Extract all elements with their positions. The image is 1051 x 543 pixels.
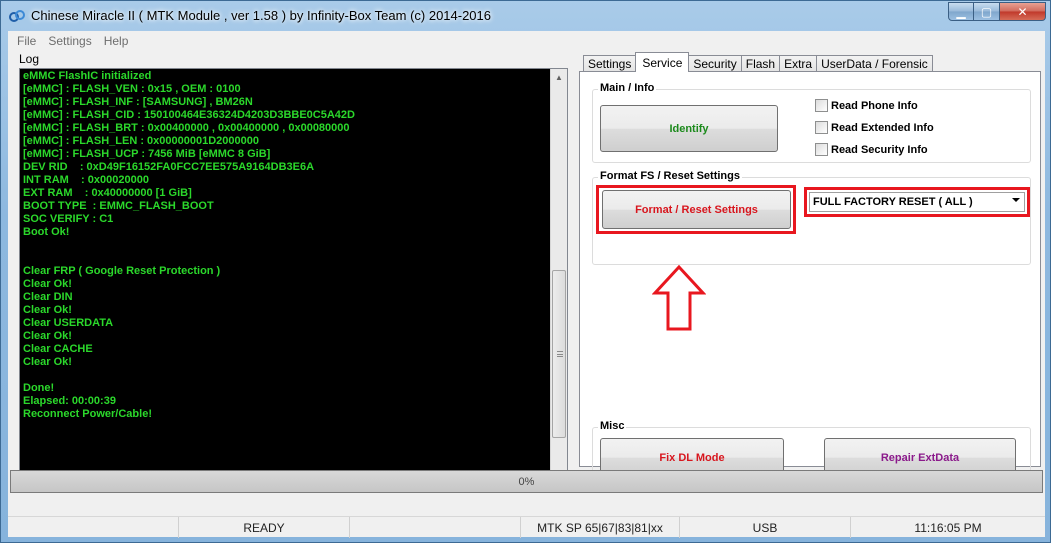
format-reset-label: Format / Reset Settings (635, 203, 758, 216)
format-reset-group: Format FS / Reset Settings Format / Rese… (592, 170, 1031, 265)
log-line: eMMC FlashIC initialized (23, 70, 152, 82)
reset-mode-select[interactable]: FULL FACTORY RESET ( ALL ) (809, 192, 1025, 212)
close-button[interactable]: ✕ (1000, 2, 1046, 21)
log-line: Clear CACHE (23, 343, 93, 355)
menu-bar: File Settings Help (8, 31, 1045, 51)
log-label: Log (19, 52, 40, 66)
log-line: SOC VERIFY : C1 (23, 213, 114, 225)
log-line: [eMMC] : FLASH_UCP : 7456 MiB [eMMC 8 Gi… (23, 148, 271, 160)
title-bar[interactable]: Chinese Miracle II ( MTK Module , ver 1.… (1, 1, 1051, 31)
read-phone-info-label: Read Phone Info (831, 99, 918, 112)
main-info-group: Main / Info Identify Read Phone Info Rea… (592, 82, 1031, 163)
service-panel: Main / Info Identify Read Phone Info Rea… (579, 71, 1041, 486)
tab-strip: Settings Service Security Flash Extra Us… (583, 52, 933, 72)
log-line: Clear Ok! (23, 330, 72, 342)
log-line: [eMMC] : FLASH_LEN : 0x00000001D2000000 (23, 135, 259, 147)
read-security-info-label: Read Security Info (831, 143, 928, 156)
minimize-icon: ▁ (956, 4, 966, 19)
log-line: Boot Ok! (23, 226, 70, 238)
status-bar: READY MTK SP 65|67|83|81|xx USB 11:16:05… (8, 516, 1045, 538)
status-ready: READY (179, 517, 350, 538)
read-extended-info-label: Read Extended Info (831, 121, 934, 134)
log-line: Clear DIN (23, 291, 73, 303)
tab-service[interactable]: Service (635, 52, 690, 72)
format-reset-button[interactable]: Format / Reset Settings (602, 190, 791, 229)
status-connection: USB (680, 517, 851, 538)
log-line: BOOT TYPE : EMMC_FLASH_BOOT (23, 200, 214, 212)
log-line: Reconnect Power/Cable! (23, 408, 152, 420)
close-icon: ✕ (1017, 4, 1028, 19)
log-line: Clear Ok! (23, 304, 72, 316)
menu-settings[interactable]: Settings (42, 34, 97, 48)
checkbox-icon[interactable] (815, 99, 828, 112)
progress-text: 0% (518, 475, 535, 488)
read-phone-info-checkbox[interactable]: Read Phone Info (815, 99, 918, 112)
read-security-info-checkbox[interactable]: Read Security Info (815, 143, 928, 156)
status-cell-empty-2 (350, 517, 521, 538)
reset-mode-value: FULL FACTORY RESET ( ALL ) (813, 196, 973, 208)
status-cell-empty-1 (8, 517, 179, 538)
log-scrollbar[interactable]: ▲ ▼ (550, 69, 567, 489)
tab-security[interactable]: Security (688, 55, 742, 72)
client-area: File Settings Help Log eMMC FlashIC init… (8, 31, 1045, 538)
repair-extdata-label: Repair ExtData (880, 451, 960, 464)
status-platform: MTK SP 65|67|83|81|xx (521, 517, 680, 538)
log-line: Clear FRP ( Google Reset Protection ) (23, 265, 221, 277)
read-extended-info-checkbox[interactable]: Read Extended Info (815, 121, 934, 134)
tab-extra[interactable]: Extra (779, 55, 818, 72)
log-line: Clear Ok! (23, 356, 72, 368)
checkbox-icon[interactable] (815, 121, 828, 134)
fix-dl-mode-label: Fix DL Mode (659, 451, 725, 464)
log-line: Clear Ok! (23, 278, 72, 290)
log-line: [eMMC] : FLASH_VEN : 0x15 , OEM : 0100 (23, 83, 241, 95)
identify-button[interactable]: Identify (600, 105, 778, 152)
checkbox-icon[interactable] (815, 143, 828, 156)
log-text: eMMC FlashIC initialized [eMMC] : FLASH_V… (23, 70, 543, 421)
maximize-button[interactable]: ▢ (974, 2, 1000, 21)
log-line: Done! (23, 382, 55, 394)
format-reset-title: Format FS / Reset Settings (598, 170, 742, 182)
identify-label: Identify (669, 122, 709, 135)
log-line: DEV RID : 0xD49F16152FA0FCC7EE575A9164DB… (23, 161, 315, 173)
log-line: [eMMC] : FLASH_INF : [SAMSUNG] , BM26N (23, 96, 253, 108)
window-title: Chinese Miracle II ( MTK Module , ver 1.… (31, 8, 492, 23)
log-line: [eMMC] : FLASH_CID : 150100464E36324D420… (23, 109, 355, 121)
tab-settings[interactable]: Settings (583, 55, 637, 72)
status-clock: 11:16:05 PM (914, 520, 982, 535)
log-line: EXT RAM : 0x40000000 [1 GiB] (23, 187, 192, 199)
log-console[interactable]: eMMC FlashIC initialized [eMMC] : FLASH_V… (19, 68, 568, 490)
up-arrow-icon (652, 265, 706, 331)
log-line: Elapsed: 00:00:39 (23, 395, 116, 407)
progress-bar: 0% (10, 470, 1043, 493)
tab-flash[interactable]: Flash (740, 55, 781, 72)
scroll-up-icon[interactable]: ▲ (551, 69, 567, 86)
menu-file[interactable]: File (11, 34, 42, 48)
tab-userdata-forensic[interactable]: UserData / Forensic (816, 55, 933, 72)
window-controls: ▁ ▢ ✕ (948, 2, 1046, 22)
app-window: Chinese Miracle II ( MTK Module , ver 1.… (0, 0, 1051, 543)
log-line: INT RAM : 0x00020000 (23, 174, 149, 186)
misc-title: Misc (598, 420, 627, 432)
maximize-icon: ▢ (980, 4, 993, 19)
grip-icon (557, 351, 563, 357)
chevron-down-icon (1012, 198, 1020, 202)
app-logo-icon (9, 10, 25, 22)
main-info-title: Main / Info (598, 82, 657, 94)
log-line: Clear USERDATA (23, 317, 114, 329)
minimize-button[interactable]: ▁ (948, 2, 974, 21)
scroll-thumb[interactable] (552, 270, 566, 438)
menu-help[interactable]: Help (98, 34, 135, 48)
log-line: [eMMC] : FLASH_BRT : 0x00400000 , 0x0040… (23, 122, 350, 134)
